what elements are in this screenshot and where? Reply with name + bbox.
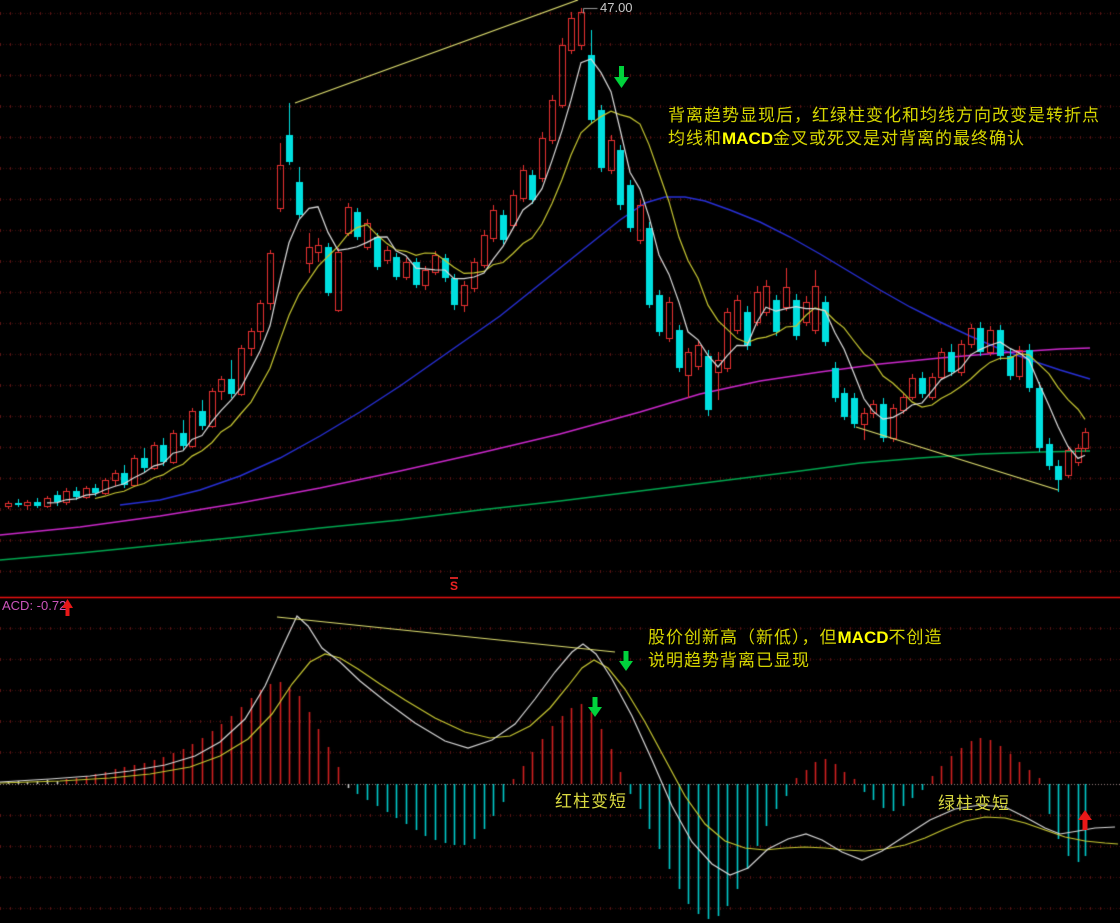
up-arrow-macd-end — [1078, 810, 1092, 830]
stock-chart-window: 47.00 背离趋势显现后，红绿柱变化和均线方向改变是转折点 均线和MACD金叉… — [0, 0, 1120, 923]
red-histogram-shrink-label: 红柱变短 — [555, 793, 627, 810]
peak-price-label: 47.00 — [600, 1, 633, 14]
divergence-annotation: 背离趋势显现后，红绿柱变化和均线方向改变是转折点 均线和MACD金叉或死叉是对背… — [668, 104, 1100, 150]
macd-value-label: ACD: -0.72 — [2, 599, 66, 612]
green-histogram-shrink-label: 绿柱变短 — [938, 795, 1010, 812]
macd-annotation-line1: 股价创新高（新低），但MACD不创造 — [648, 626, 943, 649]
divergence-annotation-line2: 均线和MACD金叉或死叉是对背离的最终确认 — [668, 127, 1100, 150]
down-arrow-macd-trendline — [619, 651, 633, 671]
macd-annotation-line2: 说明趋势背离已显现 — [648, 649, 943, 672]
divergence-annotation-line1: 背离趋势显现后，红绿柱变化和均线方向改变是转折点 — [668, 104, 1100, 127]
up-arrow-macd-label — [62, 599, 73, 616]
signal-s-marker: S — [450, 577, 458, 592]
down-arrow-macd-second-peak — [588, 697, 602, 717]
macd-divergence-annotation: 股价创新高（新低），但MACD不创造 说明趋势背离已显现 — [648, 626, 943, 672]
down-arrow-price-peak — [614, 66, 629, 88]
